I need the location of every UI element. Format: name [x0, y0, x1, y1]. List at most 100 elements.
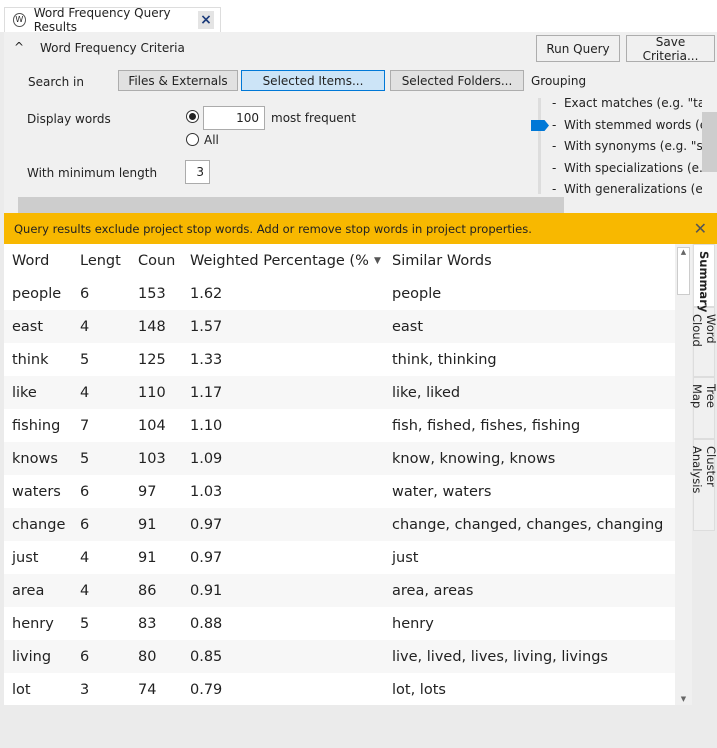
table-row[interactable]: knows 5 103 1.09 know, knowing, knows — [4, 442, 675, 475]
cell-count: 74 — [138, 681, 157, 698]
grouping-slider-thumb[interactable] — [531, 120, 549, 131]
files-externals-button[interactable]: Files & Externals — [118, 70, 238, 91]
most-frequent-label: most frequent — [271, 111, 356, 125]
cell-length: 4 — [80, 549, 90, 566]
cell-weighted-percentage: 1.17 — [190, 384, 223, 401]
cell-count: 103 — [138, 450, 166, 467]
cell-weighted-percentage: 1.03 — [190, 483, 223, 500]
grouping-vertical-scrollbar[interactable] — [702, 98, 717, 198]
cell-similar-words: water, waters — [392, 483, 492, 500]
cell-length: 7 — [80, 417, 90, 434]
table-row[interactable]: henry 5 83 0.88 henry — [4, 607, 675, 640]
grouping-option: - With synonyms (e.g. "spe — [552, 139, 702, 153]
min-length-label: With minimum length — [27, 166, 158, 180]
cell-count: 110 — [138, 384, 166, 401]
display-words-label: Display words — [27, 112, 111, 126]
table-row[interactable]: people 6 153 1.62 people — [4, 277, 675, 310]
cell-length: 6 — [80, 516, 90, 533]
table-row[interactable]: think 5 125 1.33 think, thinking — [4, 343, 675, 376]
tab-tree-map[interactable]: Tree Map — [690, 377, 717, 439]
tab-title: Word Frequency Query Results — [33, 6, 171, 34]
close-tab-button[interactable]: × — [197, 11, 214, 29]
horizontal-scrollbar[interactable] — [4, 197, 717, 213]
cell-similar-words: east — [392, 318, 424, 335]
grouping-options: - Exact matches (e.g. "talk" - With stem… — [552, 96, 702, 196]
cell-weighted-percentage: 0.88 — [190, 615, 223, 632]
cell-count: 153 — [138, 285, 166, 302]
column-header-word[interactable]: Word — [12, 253, 49, 269]
grouping-option: - With generalizations (e.g. — [552, 182, 702, 196]
save-criteria-button[interactable]: Save Criteria... — [626, 35, 715, 63]
cell-length: 5 — [80, 615, 90, 632]
cell-word: area — [12, 582, 45, 599]
close-warning-icon[interactable]: ✕ — [694, 219, 707, 238]
most-frequent-radio[interactable] — [186, 110, 199, 123]
grouping-option: - Exact matches (e.g. "talk" — [552, 96, 702, 110]
grouping-label: Grouping — [531, 74, 587, 88]
table-row[interactable]: like 4 110 1.17 like, liked — [4, 376, 675, 409]
table-row[interactable]: just 4 91 0.97 just — [4, 541, 675, 574]
cell-length: 4 — [80, 318, 90, 335]
cell-count: 104 — [138, 417, 166, 434]
cell-similar-words: just — [392, 549, 419, 566]
cell-weighted-percentage: 1.10 — [190, 417, 223, 434]
table-row[interactable]: change 6 91 0.97 change, changed, changes, c… — [4, 508, 675, 541]
word-count-input[interactable]: 100 — [203, 106, 265, 130]
cell-count: 91 — [138, 549, 157, 566]
cell-word: fishing — [12, 417, 61, 434]
table-row[interactable]: living 6 80 0.85 live, lived, lives, living,… — [4, 640, 675, 673]
criteria-panel: ^ Word Frequency Criteria Run Query Save… — [4, 32, 717, 213]
selected-items-button[interactable]: Selected Items... — [241, 70, 385, 91]
cell-weighted-percentage: 0.91 — [190, 582, 223, 599]
cell-word: just — [12, 549, 39, 566]
grouping-option: - With specializations (e.g. — [552, 160, 702, 175]
cell-length: 6 — [80, 285, 90, 302]
cell-length: 4 — [80, 384, 90, 401]
cell-similar-words: henry — [392, 615, 434, 632]
cell-word: think — [12, 351, 49, 368]
cell-similar-words: think, thinking — [392, 351, 497, 368]
tab-summary[interactable]: Summary — [693, 244, 715, 312]
table-row[interactable]: east 4 148 1.57 east — [4, 310, 675, 343]
column-header-length[interactable]: Lengt — [80, 253, 121, 269]
results-table: Word Lengt Coun Weighted Percentage (% ▼… — [4, 244, 675, 705]
column-header-similar-words[interactable]: Similar Words — [392, 253, 492, 269]
cell-length: 4 — [80, 582, 90, 599]
cell-count: 91 — [138, 516, 157, 533]
table-row[interactable]: fishing 7 104 1.10 fish, fished, fishes, fis… — [4, 409, 675, 442]
cell-word: lot — [12, 681, 31, 698]
grouping-slider-track[interactable] — [538, 98, 541, 194]
tab-word-frequency-results[interactable]: W Word Frequency Query Results × — [4, 6, 221, 34]
tab-cluster-analysis[interactable]: Cluster Analysis — [690, 439, 717, 531]
column-header-count[interactable]: Coun — [138, 253, 175, 269]
grouping-option: - With stemmed words (e.g — [552, 117, 702, 132]
table-row[interactable]: area 4 86 0.91 area, areas — [4, 574, 675, 607]
cell-count: 80 — [138, 648, 157, 665]
min-length-input[interactable]: 3 — [185, 160, 210, 184]
collapse-chevron-icon[interactable]: ^ — [14, 40, 24, 54]
search-in-label: Search in — [28, 75, 84, 89]
cell-similar-words: area, areas — [392, 582, 474, 599]
cell-similar-words: live, lived, lives, living, livings — [392, 648, 608, 665]
cell-similar-words: know, knowing, knows — [392, 450, 556, 467]
side-tabs: Summary Word Cloud Tree Map Cluster Anal… — [690, 244, 717, 531]
cell-word: waters — [12, 483, 61, 500]
table-row[interactable]: lot 3 74 0.79 lot, lots — [4, 673, 675, 705]
tab-bar: W Word Frequency Query Results × — [0, 0, 717, 34]
cell-count: 97 — [138, 483, 157, 500]
cell-weighted-percentage: 1.33 — [190, 351, 223, 368]
run-query-button[interactable]: Run Query — [536, 35, 620, 62]
cell-length: 5 — [80, 351, 90, 368]
scroll-down-icon: ▼ — [680, 695, 687, 703]
cell-count: 83 — [138, 615, 157, 632]
all-label: All — [204, 133, 219, 147]
table-row[interactable]: waters 6 97 1.03 water, waters — [4, 475, 675, 508]
cell-similar-words: fish, fished, fishes, fishing — [392, 417, 581, 434]
tab-word-cloud[interactable]: Word Cloud — [690, 307, 717, 377]
selected-folders-button[interactable]: Selected Folders... — [390, 70, 524, 91]
column-header-weighted-percentage[interactable]: Weighted Percentage (% — [190, 253, 369, 269]
cell-word: living — [12, 648, 52, 665]
cell-length: 5 — [80, 450, 90, 467]
all-radio[interactable] — [186, 133, 199, 146]
cell-word: east — [12, 318, 44, 335]
